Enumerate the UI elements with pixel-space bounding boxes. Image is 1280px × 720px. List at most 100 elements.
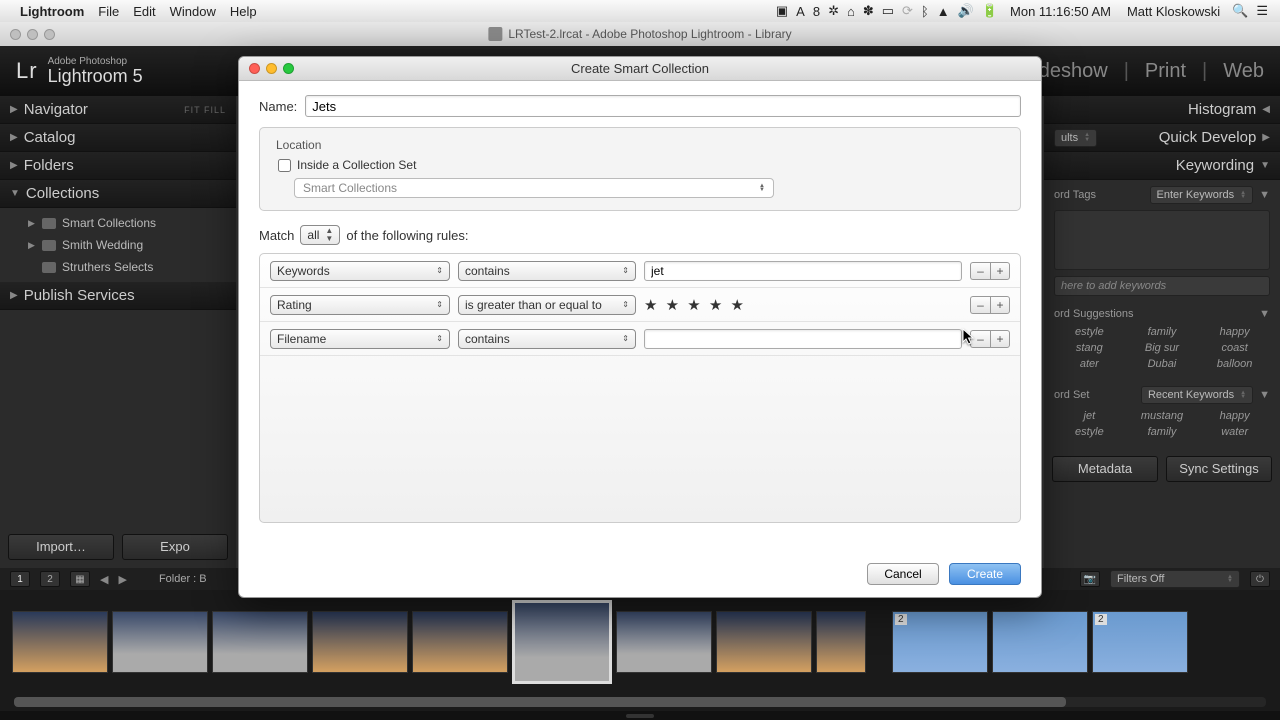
sync-metadata-button[interactable]: Metadata	[1052, 456, 1158, 482]
grid-icon[interactable]: ▦	[70, 571, 90, 587]
collection-set-select[interactable]: Smart Collections ▲▼	[294, 178, 774, 198]
navigator-header[interactable]: ▶Navigator FIT FILL	[0, 96, 236, 124]
folders-header[interactable]: ▶Folders	[0, 152, 236, 180]
rule-value-input[interactable]	[644, 261, 962, 281]
thumbnail[interactable]	[616, 611, 712, 673]
dropbox-icon[interactable]: ✲	[828, 3, 839, 19]
zoom-icon[interactable]	[283, 63, 294, 74]
kw-sugg[interactable]: happy	[1199, 326, 1270, 338]
module-web[interactable]: Web	[1223, 60, 1264, 83]
sidebar-item-struthers[interactable]: ▶Struthers Selects	[0, 256, 236, 278]
bluetooth-icon[interactable]: ᛒ	[921, 4, 929, 19]
minimize-icon[interactable]	[27, 29, 38, 40]
screenshare-icon[interactable]: ▣	[776, 3, 788, 19]
export-button[interactable]: Expo	[122, 534, 228, 560]
kw-sugg[interactable]: Big sur	[1127, 342, 1198, 354]
filter-switch-icon[interactable]: ⏻	[1250, 571, 1270, 587]
thumbnail[interactable]	[412, 611, 508, 673]
thumbnail[interactable]	[716, 611, 812, 673]
quickdevelop-header[interactable]: ults▲▼ Quick Develop▶	[1044, 124, 1280, 152]
sync-settings-button[interactable]: Sync Settings	[1166, 456, 1272, 482]
back-icon[interactable]: ◀	[100, 573, 108, 586]
import-button[interactable]: Import…	[8, 534, 114, 560]
dialog-titlebar[interactable]: Create Smart Collection	[239, 57, 1041, 81]
filmstrip[interactable]: 2 2	[0, 590, 1280, 694]
kw-sugg[interactable]: estyle	[1054, 326, 1125, 338]
rule-attr-select[interactable]: Rating⇕	[270, 295, 450, 315]
notification-center-icon[interactable]: ☰	[1256, 3, 1268, 19]
wifi-icon[interactable]: ▲	[937, 4, 950, 19]
collections-header[interactable]: ▼Collections	[0, 180, 236, 208]
kw-sugg[interactable]: family	[1127, 326, 1198, 338]
filter-select[interactable]: Filters Off▲▼	[1110, 570, 1240, 588]
module-slideshow[interactable]: deshow	[1039, 60, 1108, 83]
rating-stars[interactable]: ★ ★ ★ ★ ★	[644, 296, 962, 314]
name-input[interactable]	[305, 95, 1021, 117]
display-icon[interactable]: ▭	[882, 3, 894, 19]
menu-window[interactable]: Window	[170, 4, 216, 19]
notif-icon[interactable]: 8	[813, 4, 820, 19]
filter-lock-icon[interactable]: 📷	[1080, 571, 1100, 587]
timemachine-icon[interactable]: ⟳	[902, 3, 913, 19]
kw-box[interactable]	[1054, 210, 1270, 270]
thumbnail[interactable]	[816, 611, 866, 673]
add-rule-button[interactable]: +	[990, 330, 1010, 348]
app-menu[interactable]: Lightroom	[20, 4, 84, 19]
module-print[interactable]: Print	[1145, 60, 1186, 83]
thumbnail[interactable]	[112, 611, 208, 673]
kw-sugg[interactable]: balloon	[1199, 358, 1270, 370]
volume-icon[interactable]: 🔊	[958, 3, 974, 19]
kw-sugg-toggle[interactable]: ▼	[1259, 308, 1270, 320]
thumbnail[interactable]: 2	[1092, 611, 1188, 673]
kwset-toggle[interactable]: ▼	[1259, 389, 1270, 401]
user-menu[interactable]: Matt Kloskowski	[1127, 4, 1220, 19]
bottom-panel-handle[interactable]	[0, 711, 1280, 720]
zoom-icon[interactable]	[44, 29, 55, 40]
kwset-item[interactable]: family	[1127, 426, 1198, 438]
kwset-select[interactable]: Recent Keywords▲▼	[1141, 386, 1253, 404]
rule-op-select[interactable]: contains⇕	[458, 261, 636, 281]
create-button[interactable]: Create	[949, 563, 1021, 585]
thumbnail[interactable]	[312, 611, 408, 673]
filmstrip-scrollbar[interactable]	[14, 697, 1266, 707]
sidebar-item-smart-collections[interactable]: ▶Smart Collections	[0, 212, 236, 234]
remove-rule-button[interactable]: –	[970, 296, 990, 314]
thumbnail[interactable]: 2	[892, 611, 988, 673]
kwset-item[interactable]: mustang	[1127, 410, 1198, 422]
keywording-header[interactable]: Keywording▼	[1044, 152, 1280, 180]
add-rule-button[interactable]: +	[990, 262, 1010, 280]
close-icon[interactable]	[10, 29, 21, 40]
minimize-icon[interactable]	[266, 63, 277, 74]
cancel-button[interactable]: Cancel	[867, 563, 939, 585]
spotlight-icon[interactable]: 🔍	[1232, 3, 1248, 19]
thumbnail[interactable]	[992, 611, 1088, 673]
match-select[interactable]: all▲▼	[300, 225, 340, 245]
battery-icon[interactable]: 🔋	[982, 3, 998, 19]
rule-op-select[interactable]: contains⇕	[458, 329, 636, 349]
kw-tags-select[interactable]: Enter Keywords▲▼	[1150, 186, 1254, 204]
menu-file[interactable]: File	[98, 4, 119, 19]
catalog-header[interactable]: ▶Catalog	[0, 124, 236, 152]
publish-header[interactable]: ▶Publish Services	[0, 282, 236, 310]
rule-value-input[interactable]	[644, 329, 962, 349]
evernote-icon[interactable]: ✽	[863, 3, 874, 19]
kw-tags-toggle[interactable]: ▼	[1259, 189, 1270, 201]
scrollbar-thumb[interactable]	[14, 697, 1066, 707]
add-rule-button[interactable]: +	[990, 296, 1010, 314]
kw-sugg[interactable]: ater	[1054, 358, 1125, 370]
histogram-header[interactable]: Histogram◀	[1044, 96, 1280, 124]
close-icon[interactable]	[249, 63, 260, 74]
menu-edit[interactable]: Edit	[133, 4, 155, 19]
quickdev-preset[interactable]: ults▲▼	[1054, 129, 1097, 147]
rule-op-select[interactable]: is greater than or equal to⇕	[458, 295, 636, 315]
thumbnail[interactable]	[12, 611, 108, 673]
thumbnail[interactable]	[212, 611, 308, 673]
adobe-icon[interactable]: A	[796, 4, 805, 19]
kw-input[interactable]: here to add keywords	[1054, 276, 1270, 296]
rule-attr-select[interactable]: Filename⇕	[270, 329, 450, 349]
rule-attr-select[interactable]: Keywords⇕	[270, 261, 450, 281]
thumbnail-selected[interactable]	[512, 600, 612, 684]
kwset-item[interactable]: water	[1199, 426, 1270, 438]
kwset-item[interactable]: jet	[1054, 410, 1125, 422]
menu-help[interactable]: Help	[230, 4, 257, 19]
